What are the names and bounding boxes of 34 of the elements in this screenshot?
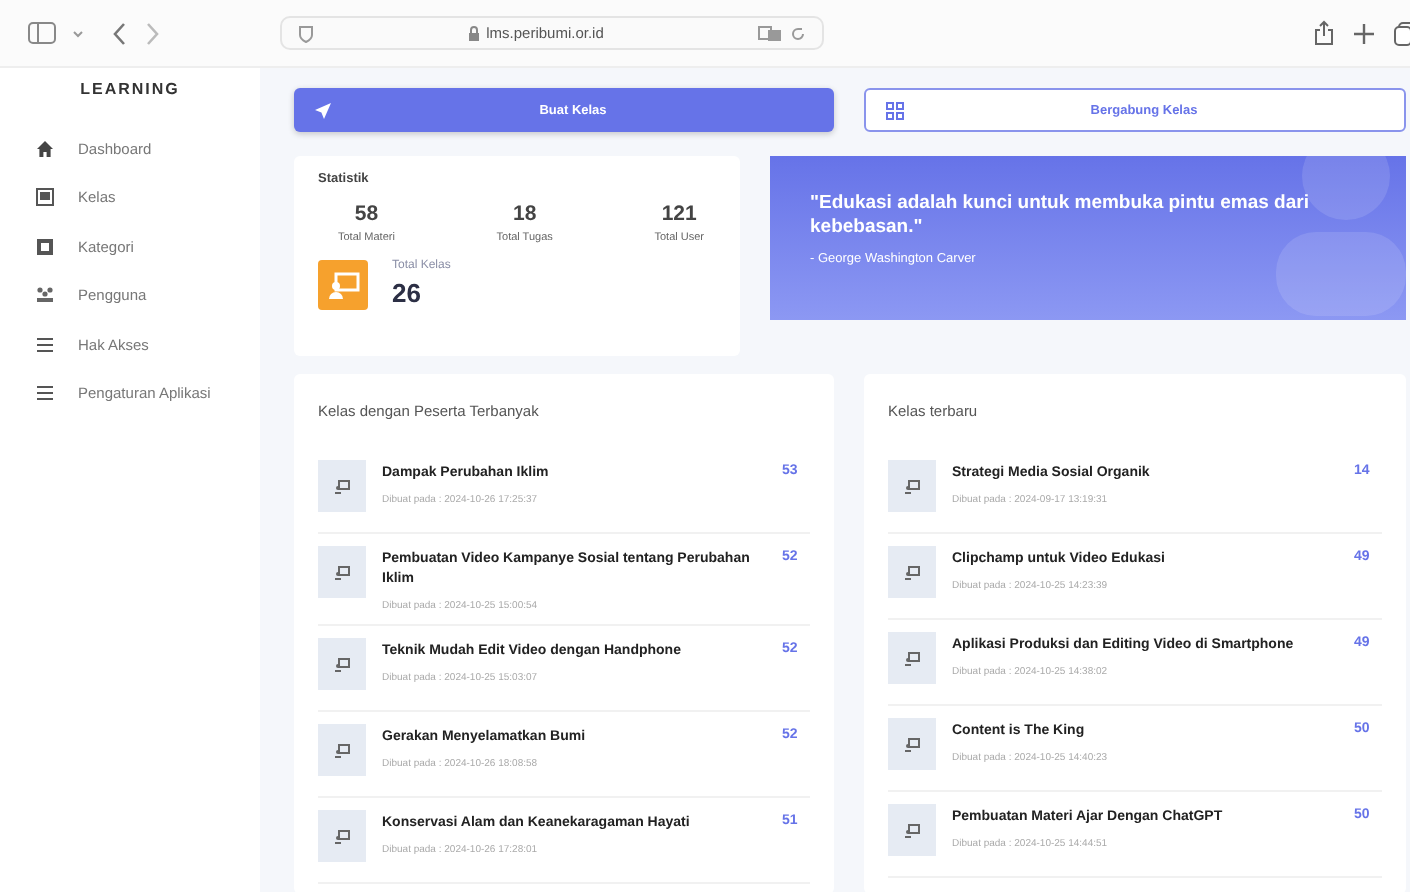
- class-thumbnail-icon: [318, 460, 366, 512]
- square-icon: [36, 237, 54, 256]
- home-icon: [36, 139, 54, 158]
- stat-value: 121: [661, 202, 697, 226]
- class-thumbnail-icon: [888, 546, 936, 598]
- sidebar-icon[interactable]: [28, 22, 56, 44]
- class-thumbnail-icon: [888, 718, 936, 770]
- translate-icon: [758, 25, 782, 41]
- list-icon: [36, 384, 54, 403]
- quote-text: "Edukasi adalah kunci untuk membuka pintu emas dari kebebasan.": [810, 192, 1311, 240]
- sidebar-title: LEARNING: [78, 80, 182, 98]
- lock-icon: [468, 25, 481, 41]
- square-icon: [36, 188, 54, 207]
- class-thumbnail-icon: [318, 546, 366, 598]
- back-icon[interactable]: [112, 21, 128, 45]
- reload-icon: [790, 25, 806, 41]
- tabs-icon[interactable]: [1394, 21, 1410, 45]
- class-badge-icon: [318, 260, 368, 310]
- list-icon: [36, 335, 54, 354]
- stat-value: 58: [354, 202, 379, 226]
- share-icon[interactable]: [1314, 20, 1334, 46]
- class-thumbnail-icon: [318, 810, 366, 863]
- plus-icon[interactable]: [1354, 23, 1374, 43]
- chevron-down-icon[interactable]: [72, 29, 84, 37]
- class-thumbnail-icon: [888, 632, 936, 684]
- class-thumbnail-icon: [318, 638, 366, 691]
- shield-icon: [298, 23, 314, 43]
- class-thumbnail-icon: [318, 724, 366, 777]
- stat-value: 26: [392, 278, 423, 308]
- class-thumbnail-icon: [888, 804, 936, 856]
- class-thumbnail-icon: [888, 460, 936, 512]
- grid-icon: [886, 101, 904, 119]
- users-icon: [36, 286, 54, 305]
- stat-value: 18: [512, 202, 537, 226]
